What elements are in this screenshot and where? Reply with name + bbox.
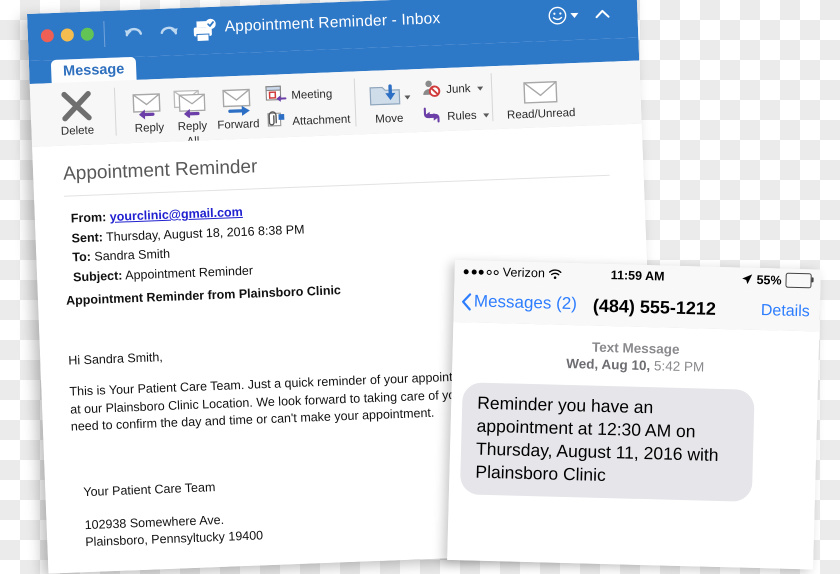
junk-button[interactable]: Junk (420, 77, 484, 103)
paperclip-icon (266, 110, 288, 135)
junk-label: Junk (445, 83, 471, 96)
forward-label: Forward (217, 118, 260, 132)
delete-x-icon (48, 89, 105, 123)
subject-value: Appointment Reminder (124, 263, 254, 282)
message-thread: Text Message Wed, Aug 10, 5:42 PM Remind… (447, 321, 820, 570)
chevron-up-icon[interactable] (593, 6, 612, 23)
envelope-icon (497, 72, 584, 107)
rules-button[interactable]: Rules (421, 103, 490, 130)
move-folder-icon (360, 77, 417, 111)
phone-messages-panel: Verizon 11:59 AM 55% Messages (2) (484) … (447, 260, 821, 570)
read-unread-label: Read/Unread (506, 107, 576, 122)
sent-label: Sent: (71, 229, 104, 245)
attachment-button[interactable]: Attachment (266, 108, 351, 135)
body-signature: Your Patient Care Team (83, 480, 216, 500)
read-unread-button[interactable]: Read/Unread (497, 72, 585, 122)
emoji-dropdown-caret-icon[interactable] (570, 12, 579, 19)
location-arrow-icon (741, 274, 753, 285)
ribbon-divider-1 (113, 87, 117, 136)
forward-button[interactable]: Forward (206, 83, 270, 132)
from-address-link[interactable]: yourclinic@gmail.com (109, 205, 243, 224)
message-bubble-incoming[interactable]: Reminder you have an appointment at 12:3… (459, 382, 755, 502)
conversation-title: (484) 555-1212 (592, 295, 717, 319)
to-label: To: (72, 249, 92, 265)
body-greeting: Hi Sandra Smith, (68, 350, 164, 368)
battery-icon (785, 272, 814, 289)
message-time: 5:42 PM (650, 358, 705, 375)
back-label: Messages (2) (473, 291, 578, 314)
rules-label: Rules (447, 109, 477, 123)
battery-percent: 55% (756, 272, 782, 288)
meeting-label: Meeting (291, 88, 333, 102)
body-address: 102938 Somewhere Ave. Plainsboro, Pennsy… (84, 510, 263, 551)
to-value: Sandra Smith (94, 246, 171, 264)
ribbon-divider-2 (353, 78, 357, 127)
body-intro-line: Appointment Reminder from Plainsboro Cli… (65, 283, 342, 308)
battery-block: 55% (741, 272, 814, 289)
chevron-left-icon (461, 292, 472, 311)
from-label: From: (70, 210, 107, 226)
rules-dropdown-caret-icon[interactable] (483, 113, 490, 118)
junk-dropdown-caret-icon[interactable] (477, 86, 484, 91)
meeting-button[interactable]: Meeting (265, 82, 333, 109)
details-button[interactable]: Details (761, 302, 810, 321)
email-header-fields: From: yourclinic@gmail.com Sent: Thursda… (71, 201, 307, 288)
window-title: Appointment Reminder - Inbox (224, 10, 441, 36)
rules-arrow-icon (421, 105, 443, 130)
meeting-calendar-icon (265, 84, 287, 109)
back-to-messages-button[interactable]: Messages (2) (461, 291, 577, 314)
delete-button[interactable]: Delete (48, 89, 106, 138)
move-label: Move (375, 112, 404, 126)
attachment-label: Attachment (292, 113, 351, 128)
move-button[interactable]: Move (360, 77, 418, 126)
move-dropdown-caret-icon[interactable] (404, 95, 411, 100)
emoji-icon[interactable] (547, 5, 568, 26)
subject-label: Subject: (72, 268, 123, 284)
junk-person-block-icon (420, 78, 442, 103)
message-date: Wed, Aug 10, (566, 355, 651, 374)
forward-envelope-icon (206, 83, 269, 117)
delete-label: Delete (60, 124, 95, 138)
page-title: Appointment Reminder (62, 156, 258, 185)
ribbon-divider-3 (490, 73, 494, 122)
